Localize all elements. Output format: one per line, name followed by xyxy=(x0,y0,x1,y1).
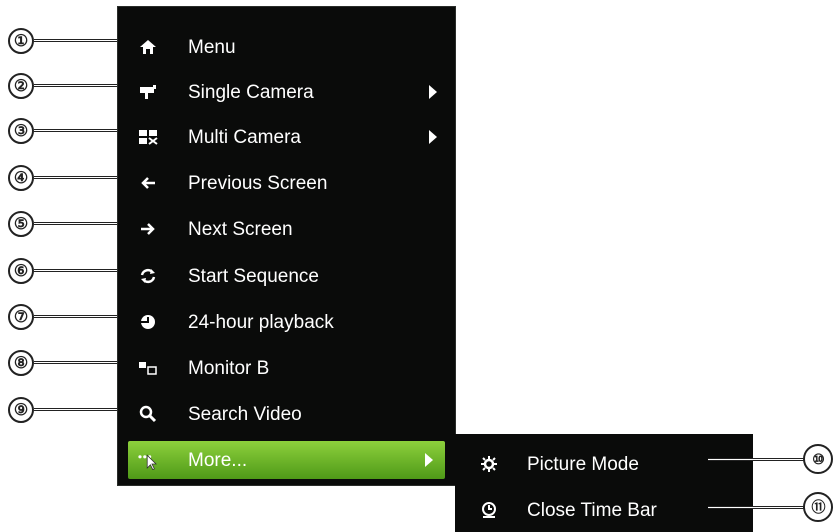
submenu-item-label: Picture Mode xyxy=(527,454,639,475)
menu-item-label: 24-hour playback xyxy=(188,312,334,333)
menu-item-next-screen[interactable]: Next Screen xyxy=(118,210,455,250)
gear-icon xyxy=(477,452,501,476)
clock-icon xyxy=(477,498,501,522)
menu-item-search-video[interactable]: Search Video xyxy=(118,395,455,435)
menu-item-label: Next Screen xyxy=(188,219,293,240)
playback-icon xyxy=(136,310,160,334)
callout-11-leader xyxy=(708,506,804,509)
callout-9: ⑨ xyxy=(8,397,34,423)
callout-5: ⑤ xyxy=(8,211,34,237)
callout-8: ⑧ xyxy=(8,350,34,376)
menu-item-menu[interactable]: Menu xyxy=(118,28,455,68)
callout-7: ⑦ xyxy=(8,304,34,330)
home-icon xyxy=(136,35,160,59)
submenu-item-label: Close Time Bar xyxy=(527,500,657,521)
callout-10: ⑩ xyxy=(803,444,833,474)
arrow-left-icon xyxy=(136,171,160,195)
menu-item-more[interactable]: More... xyxy=(128,441,445,479)
multi-camera-icon xyxy=(136,125,160,149)
menu-item-monitor-b[interactable]: Monitor B xyxy=(118,349,455,389)
submenu-arrow-icon xyxy=(425,453,433,467)
callout-1: ① xyxy=(8,28,34,54)
menu-item-start-sequence[interactable]: Start Sequence xyxy=(118,257,455,297)
submenu-arrow-icon xyxy=(429,85,437,99)
callout-6: ⑥ xyxy=(8,258,34,284)
menu-item-label: Menu xyxy=(188,37,236,58)
camera-icon xyxy=(136,80,160,104)
context-menu: Menu Single Camera Multi Camera Previous… xyxy=(117,6,456,486)
menu-item-label: Search Video xyxy=(188,404,302,425)
menu-item-single-camera[interactable]: Single Camera xyxy=(118,73,455,113)
menu-item-label: Previous Screen xyxy=(188,173,328,194)
refresh-icon xyxy=(136,264,160,288)
monitor-icon xyxy=(136,356,160,380)
callout-10-leader xyxy=(708,458,804,461)
callout-2: ② xyxy=(8,73,34,99)
menu-item-label: More... xyxy=(188,450,248,471)
search-icon xyxy=(136,402,160,426)
menu-item-label: Multi Camera xyxy=(188,127,301,148)
menu-item-label: Start Sequence xyxy=(188,266,319,287)
callout-11: ⑪ xyxy=(803,492,833,522)
menu-item-label: Monitor B xyxy=(188,358,270,379)
menu-item-previous-screen[interactable]: Previous Screen xyxy=(118,164,455,204)
menu-item-label: Single Camera xyxy=(188,82,314,103)
submenu-item-picture-mode[interactable]: Picture Mode xyxy=(455,444,753,484)
submenu-item-close-time-bar[interactable]: Close Time Bar xyxy=(455,490,753,530)
arrow-right-icon xyxy=(136,217,160,241)
more-submenu: Picture Mode Close Time Bar xyxy=(455,434,753,532)
submenu-arrow-icon xyxy=(429,130,437,144)
callout-3: ③ xyxy=(8,118,34,144)
more-icon xyxy=(136,448,160,472)
callout-4: ④ xyxy=(8,165,34,191)
menu-item-multi-camera[interactable]: Multi Camera xyxy=(118,118,455,158)
menu-item-24-hour-playback[interactable]: 24-hour playback xyxy=(118,303,455,343)
